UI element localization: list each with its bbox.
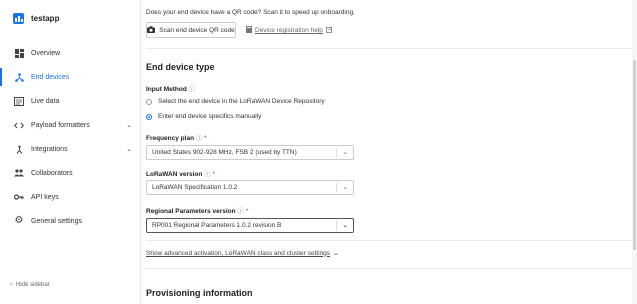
external-link-icon [326,26,332,35]
sidebar-item-live-data[interactable]: Live data [0,89,140,113]
sidebar-item-payload-formatters[interactable]: Payload formatters ⌄ [0,113,140,137]
help-link-label: Device registration help [255,27,323,34]
app-name: testapp [31,14,60,23]
sidebar-item-label: Integrations [31,145,68,153]
chevron-down-icon: ⌄ [342,222,348,229]
chevron-down-icon: ⌄ [342,184,348,191]
device-registration-help-link[interactable]: Device registration help [246,26,332,35]
section-title-provisioning: Provisioning information [146,288,253,298]
sidebar-item-label: End devices [31,73,70,81]
code-icon [14,120,24,130]
hide-sidebar-button[interactable]: ‹ Hide sidebar [10,282,50,288]
radio-button-checked[interactable] [146,113,152,120]
grid-icon [14,48,24,58]
scan-qr-label: Scan end device QR code [159,26,235,34]
divider [146,48,632,49]
book-icon [246,26,252,35]
sidebar-nav: Overview End devices Live data Payload f… [0,41,140,233]
chevron-down-icon: ⌄ [342,149,348,156]
divider [146,268,632,269]
frequency-plan-select[interactable]: United States 902-928 MHz, FSB 2 (used b… [146,145,354,160]
chevron-down-icon: ⌄ [333,250,339,257]
key-icon [14,192,24,202]
radio-manual[interactable]: Enter end device specifics manually [146,113,261,120]
radio-repository[interactable]: Select the end device in the LoRaWAN Dev… [146,98,325,105]
sidebar-item-api-keys[interactable]: API keys [0,185,140,209]
main-content: Does your end device have a QR code? Sca… [141,0,637,304]
regional-parameters-select[interactable]: RP001 Regional Parameters 1.0.2 revision… [146,218,354,233]
frequency-plan-value: United States 902-928 MHz, FSB 2 (used b… [152,149,297,156]
help-icon[interactable]: ⓘ [237,208,244,215]
required-marker: * [212,171,215,178]
scrollbar-thumb[interactable] [633,60,636,250]
advanced-link-label: Show advanced activation, LoRaWAN class … [146,249,331,257]
regional-parameters-label: Regional Parameters version ⓘ * [146,208,249,215]
hide-sidebar-label: Hide sidebar [16,282,50,288]
lorawan-version-label: LoRaWAN version ⓘ * [146,171,215,178]
chevron-down-icon[interactable]: ⌄ [126,121,132,129]
sidebar-item-label: Live data [31,97,60,105]
sidebar-item-label: Payload formatters [31,121,90,129]
required-marker: * [204,135,207,142]
sidebar-item-end-devices[interactable]: End devices [0,65,140,89]
radio-manual-label: Enter end device specifics manually [158,113,262,120]
show-advanced-settings-link[interactable]: Show advanced activation, LoRaWAN class … [146,249,339,258]
sidebar-item-collaborators[interactable]: Collaborators [0,161,140,185]
integrations-icon [14,144,24,154]
regional-parameters-value: RP001 Regional Parameters 1.0.2 revision… [152,222,282,229]
frequency-plan-label: Frequency plan ⓘ * [146,135,207,142]
people-icon [14,168,24,178]
sidebar-item-label: Overview [31,49,61,57]
camera-icon [147,25,156,35]
network-icon [14,72,24,82]
sidebar-item-integrations[interactable]: Integrations ⌄ [0,137,140,161]
input-method-label: Input Method ⓘ [146,86,196,93]
scan-qr-button[interactable]: Scan end device QR code [146,22,236,38]
sidebar-item-label: Collaborators [31,169,73,177]
chevron-down-icon[interactable]: ⌄ [126,145,132,153]
list-icon [14,96,24,106]
sidebar: testapp Overview End devices Live data P… [0,0,141,304]
chevron-left-icon: ‹ [10,282,12,288]
lorawan-version-value: LoRaWAN Specification 1.0.2 [152,184,238,191]
lorawan-version-select[interactable]: LoRaWAN Specification 1.0.2 ⌄ [146,180,354,195]
radio-button[interactable] [146,98,152,105]
sidebar-item-label: General settings [31,217,82,225]
help-icon[interactable]: ⓘ [204,171,211,178]
section-title-end-device-type: End device type [146,62,215,72]
gear-icon: ⚙ [14,215,24,226]
onboarding-text: Does your end device have a QR code? Sca… [146,9,355,16]
sidebar-item-overview[interactable]: Overview [0,41,140,65]
radio-repository-label: Select the end device in the LoRaWAN Dev… [158,98,325,105]
app-brand[interactable]: testapp [13,13,59,24]
help-icon[interactable]: ⓘ [196,135,203,142]
divider [146,240,632,241]
help-icon[interactable]: ⓘ [189,86,196,93]
sidebar-item-label: API keys [31,193,59,201]
required-marker: * [245,208,249,215]
sidebar-item-general-settings[interactable]: ⚙ General settings [0,209,140,233]
app-logo-icon [13,13,24,24]
